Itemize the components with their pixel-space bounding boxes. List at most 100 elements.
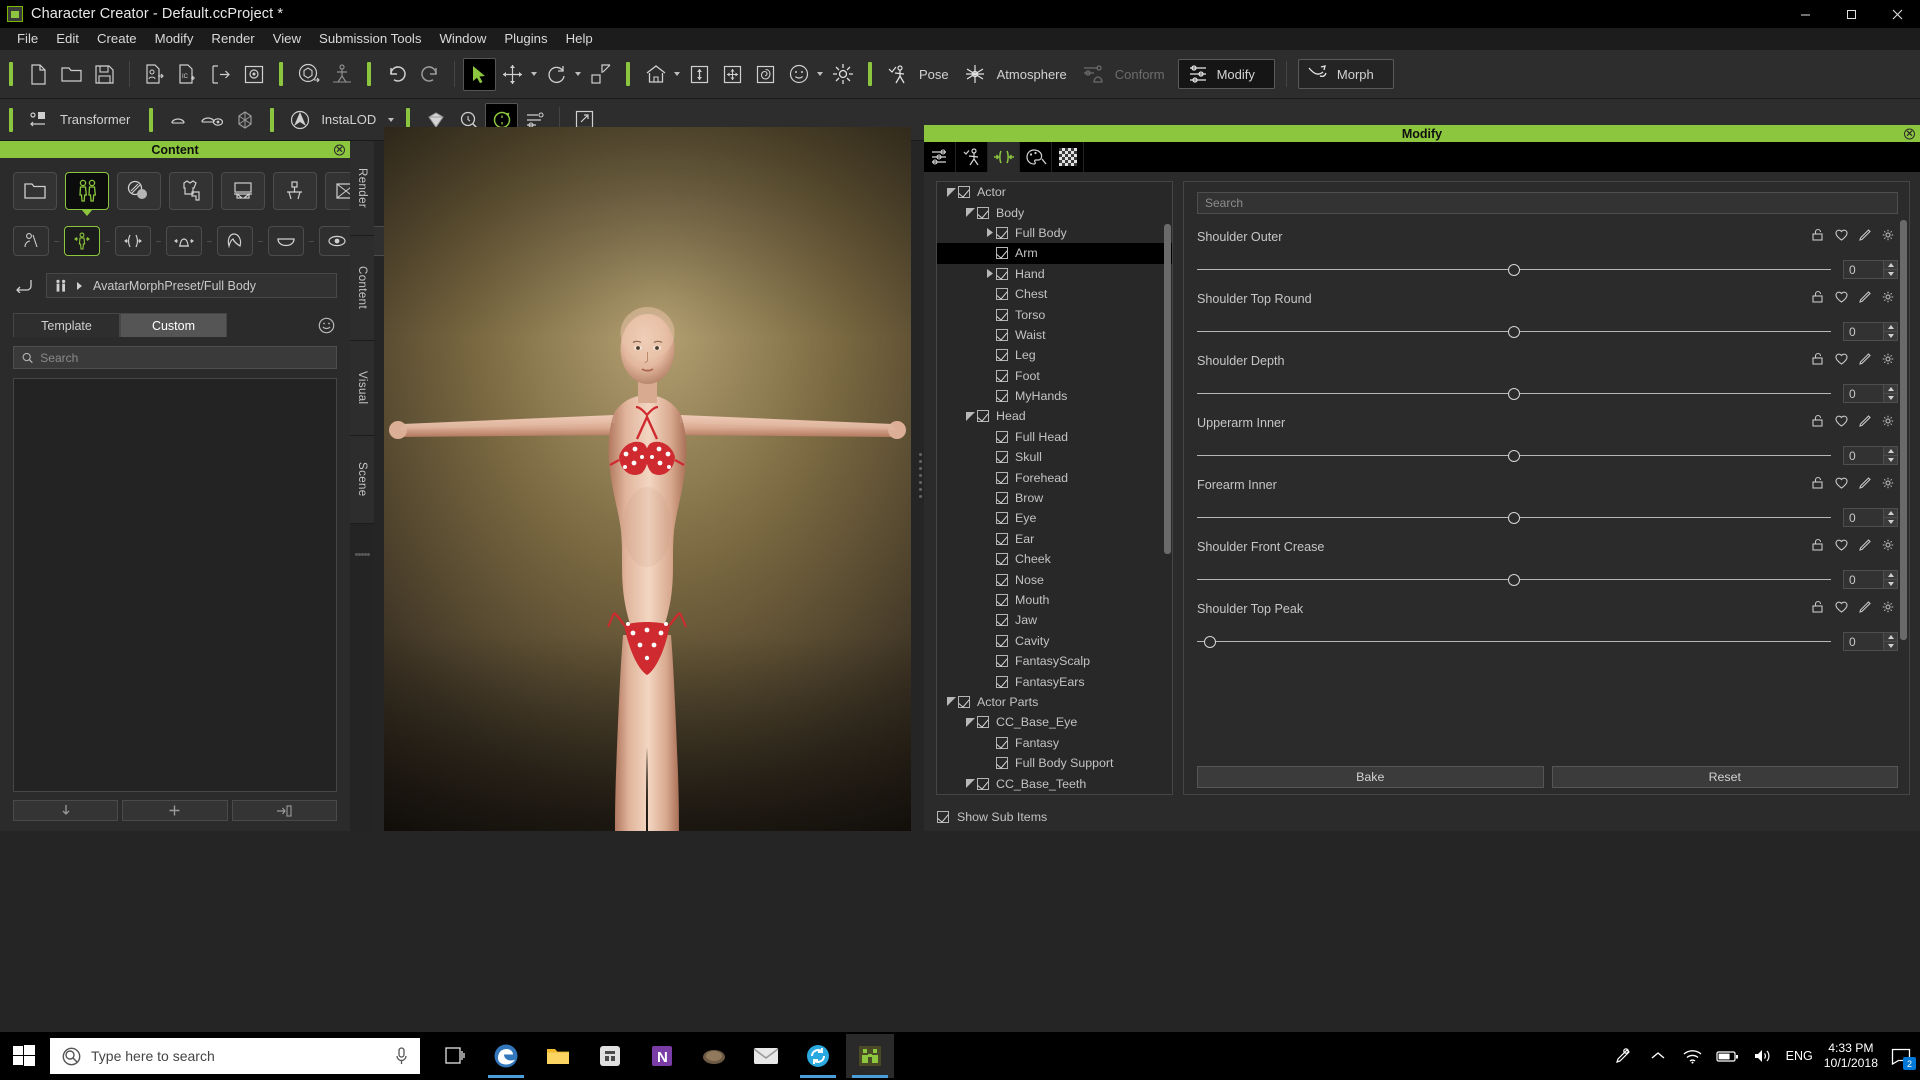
transformer-icon[interactable] [22, 103, 55, 136]
tab-template[interactable]: Template [13, 313, 120, 337]
maximize-button[interactable] [1828, 0, 1874, 28]
fit-vertical-icon[interactable] [683, 58, 716, 91]
import-icon-icon[interactable]: IC [171, 58, 204, 91]
tab-attributes[interactable] [924, 142, 956, 172]
lock-icon[interactable] [1811, 600, 1824, 618]
home-view-group[interactable] [639, 58, 683, 91]
stepper-down-button[interactable] [1884, 393, 1897, 402]
menu-edit[interactable]: Edit [47, 29, 88, 49]
tree-checkbox[interactable] [977, 410, 989, 423]
favorite-icon[interactable] [1835, 228, 1848, 246]
move-tool-icon[interactable] [496, 58, 529, 91]
settings-icon[interactable] [1882, 228, 1894, 246]
slider-value[interactable]: 0 [1843, 508, 1884, 527]
language-indicator[interactable]: ENG [1786, 1049, 1813, 1063]
dock-tab-visual[interactable]: Visual [350, 341, 374, 436]
lock-icon[interactable] [1811, 414, 1824, 432]
fit-all-icon[interactable] [716, 58, 749, 91]
media-icon[interactable] [690, 1034, 738, 1078]
morph-icon[interactable] [1304, 60, 1332, 88]
bake-button[interactable]: Bake [1197, 766, 1544, 788]
tree-row[interactable]: Nose [937, 569, 1172, 589]
slider-value-stepper[interactable]: 0 [1843, 446, 1898, 465]
tree-checkbox[interactable] [996, 328, 1008, 341]
content-asset-grid[interactable] [13, 378, 337, 792]
lock-icon[interactable] [1811, 228, 1824, 246]
stepper-down-button[interactable] [1884, 455, 1897, 464]
tree-row[interactable]: Torso [937, 304, 1172, 324]
tree-checkbox[interactable] [996, 492, 1008, 505]
category-folder[interactable] [13, 172, 57, 210]
tree-row[interactable]: Ear [937, 529, 1172, 549]
stepper-up-button[interactable] [1884, 447, 1897, 455]
chevron-down-icon[interactable] [817, 72, 823, 76]
pose-button[interactable]: Pose [881, 58, 959, 91]
tab-material[interactable] [1020, 142, 1052, 172]
menu-create[interactable]: Create [88, 29, 146, 49]
favorite-icon[interactable] [1835, 476, 1848, 494]
morph-tree-list[interactable]: Actor Body Full Body Arm Hand Chest Torso Waist… [937, 182, 1172, 794]
tree-row[interactable]: Chest [937, 284, 1172, 304]
tree-checkbox[interactable] [996, 614, 1008, 627]
tree-row[interactable]: Cavity [937, 631, 1172, 651]
export-render-icon[interactable] [237, 58, 270, 91]
windows-start-icon[interactable] [0, 1032, 48, 1080]
stepper-down-button[interactable] [1884, 517, 1897, 526]
tree-row[interactable]: Actor Parts [937, 692, 1172, 712]
morph-button[interactable]: Morph [1297, 59, 1394, 89]
load-button[interactable] [13, 800, 119, 821]
tree-row[interactable]: Leg [937, 345, 1172, 365]
content-path-field[interactable]: AvatarMorphPreset/Full Body [46, 273, 337, 298]
tree-row[interactable]: Brow [937, 488, 1172, 508]
tree-row[interactable]: Head [937, 406, 1172, 426]
morph-tree[interactable]: Actor Body Full Body Arm Hand Chest Torso Waist… [936, 181, 1173, 795]
light-icon[interactable] [826, 58, 859, 91]
menu-window[interactable]: Window [430, 29, 495, 49]
edit-icon[interactable] [1859, 538, 1871, 556]
favorite-icon[interactable] [1835, 538, 1848, 556]
edit-icon[interactable] [1859, 476, 1871, 494]
rotate-tool-group[interactable] [540, 58, 584, 91]
category-material[interactable] [117, 172, 161, 210]
subcategory-body-part-morph[interactable] [115, 226, 151, 256]
tree-row[interactable]: Skull [937, 447, 1172, 467]
dock-resize-grip[interactable] [350, 524, 374, 584]
menu-plugins[interactable]: Plugins [495, 29, 556, 49]
morph-slider-panel[interactable]: Shoulder Outer0Shoulder Top Round0Should… [1183, 181, 1910, 795]
favorite-icon[interactable] [1835, 414, 1848, 432]
slider-track[interactable] [1197, 449, 1831, 463]
slider-track[interactable] [1197, 263, 1831, 277]
lock-icon[interactable] [1811, 476, 1824, 494]
tab-pose[interactable] [956, 142, 988, 172]
tree-row[interactable]: FantasyScalp [937, 651, 1172, 671]
chevron-up-icon[interactable] [1646, 1044, 1670, 1068]
tab-custom[interactable]: Custom [120, 313, 227, 337]
menu-render[interactable]: Render [202, 29, 263, 49]
export-icon[interactable] [204, 58, 237, 91]
subcategory-avatar[interactable] [13, 226, 49, 256]
add-button[interactable] [122, 800, 228, 821]
tree-checkbox[interactable] [977, 777, 989, 790]
smooth-eye-icon[interactable] [195, 103, 228, 136]
content-search-box[interactable] [13, 346, 337, 369]
settings-icon[interactable] [1882, 600, 1894, 618]
tree-checkbox[interactable] [958, 695, 970, 708]
slider-value-stepper[interactable]: 0 [1843, 632, 1898, 651]
expand-arrow-right-icon[interactable] [983, 269, 996, 279]
tree-checkbox[interactable] [996, 430, 1008, 443]
slider-handle[interactable] [1508, 325, 1520, 338]
tree-row[interactable]: CC_Base_Teeth [937, 773, 1172, 793]
conform-icon[interactable] [1077, 58, 1110, 91]
show-sub-items-checkbox[interactable] [937, 811, 949, 823]
tree-checkbox[interactable] [996, 451, 1008, 464]
subcategory-eyelash[interactable] [268, 226, 304, 256]
tree-checkbox[interactable] [958, 186, 970, 199]
tree-checkbox[interactable] [977, 716, 989, 729]
slider-value[interactable]: 0 [1843, 446, 1884, 465]
edit-icon[interactable] [1859, 228, 1871, 246]
slider-value-stepper[interactable]: 0 [1843, 260, 1898, 279]
tree-checkbox[interactable] [996, 757, 1008, 770]
slider-value-stepper[interactable]: 0 [1843, 322, 1898, 341]
stepper-up-button[interactable] [1884, 633, 1897, 641]
open-project-icon[interactable] [55, 58, 88, 91]
